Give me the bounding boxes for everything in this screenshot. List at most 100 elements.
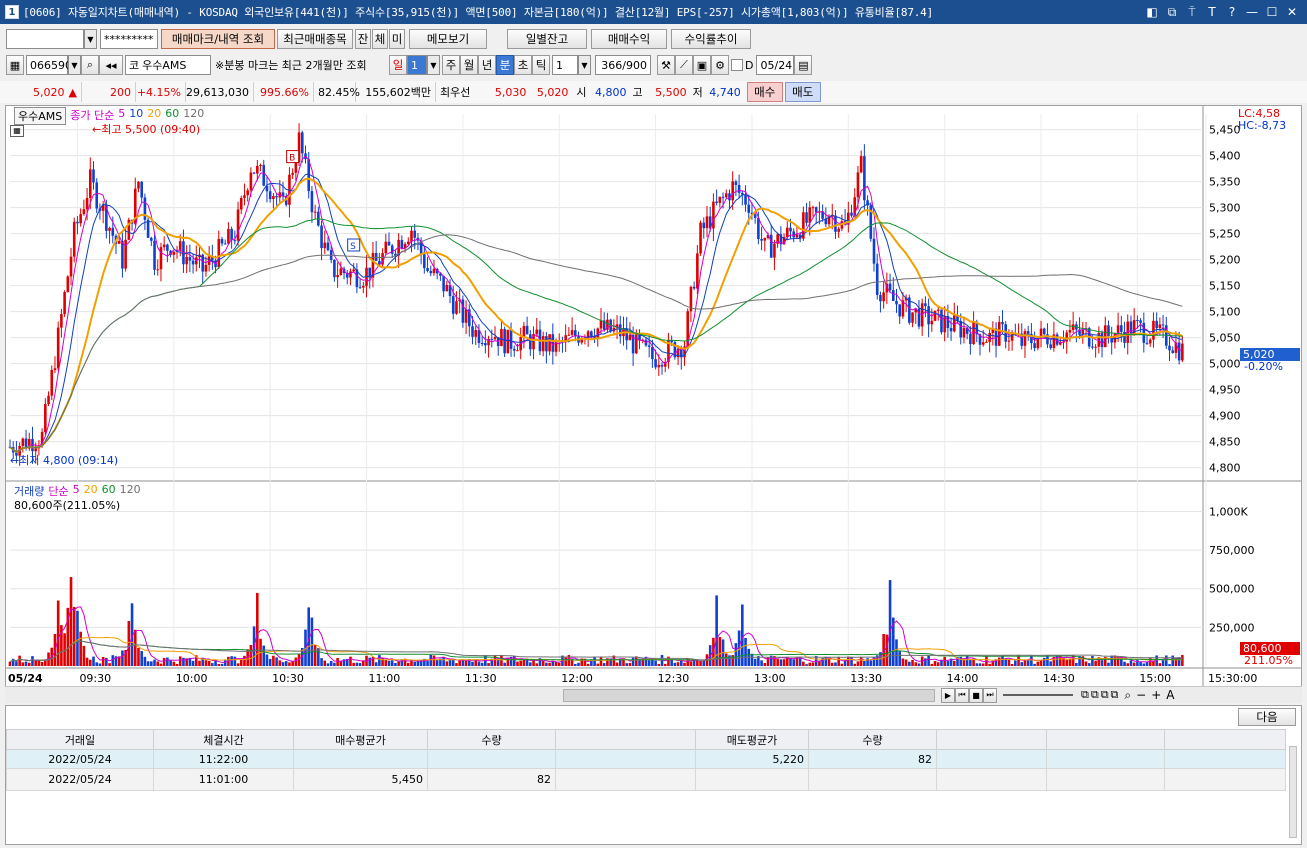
col-exec-time[interactable]: 체결시간	[153, 729, 294, 750]
last-icon[interactable]: ⏭	[983, 687, 997, 703]
interval-dropdown-icon[interactable]: ▼	[578, 55, 591, 75]
change-value: 200	[82, 82, 136, 102]
price-tick-label: 5,100	[1209, 306, 1241, 319]
day-count-dropdown-icon[interactable]: ▼	[427, 55, 440, 75]
buy-button[interactable]: 매수	[746, 82, 783, 102]
volume-bar	[1107, 662, 1110, 666]
scroll-thumb[interactable]	[563, 688, 935, 702]
cascade-icon[interactable]: ⧉	[1165, 5, 1179, 20]
volume-bar	[85, 657, 89, 666]
recent-trades-button[interactable]: 최근매매종목	[277, 29, 353, 49]
save-icon[interactable]: ▣	[693, 55, 711, 75]
tab-week[interactable]: 주	[442, 55, 460, 75]
volume-bar	[904, 659, 908, 666]
tab-year[interactable]: 년	[478, 55, 496, 75]
volume-bar	[21, 662, 25, 666]
arrange-icons[interactable]: ⧉⧉⧉⧉	[1081, 688, 1120, 702]
font-size-icon[interactable]: A	[1166, 688, 1174, 702]
table-row[interactable]: 2022/05/24 11:22:00 5,220 82	[6, 749, 1286, 769]
trade-mark-query-button[interactable]: 매매마크/내역 조회	[161, 29, 275, 49]
candle-body	[545, 336, 548, 352]
volume-bar	[133, 629, 137, 666]
candle-body	[692, 286, 696, 289]
candle-body	[747, 204, 751, 213]
line-tool-icon[interactable]: ⟋	[675, 55, 693, 75]
volume-bar	[172, 661, 176, 666]
minimize-icon[interactable]: —	[1245, 5, 1259, 20]
daily-balance-button[interactable]: 일별잔고	[507, 29, 587, 49]
volume-bar	[908, 661, 911, 666]
price-volume-chart[interactable]: 5,450 5,400 5,350 5,300 5,250 5,200 5,150 5,100…	[6, 106, 1301, 686]
account-input[interactable]	[6, 29, 84, 49]
next-button[interactable]: 다음	[1238, 708, 1296, 726]
stock-name: 우수AMS	[142, 59, 187, 72]
zoom-slider[interactable]	[1003, 694, 1073, 696]
maximize-icon[interactable]: ☐	[1265, 5, 1279, 20]
balance-button[interactable]: 잔	[355, 29, 371, 49]
col-sell-avg[interactable]: 매도평균가	[695, 729, 809, 750]
col-buy-avg[interactable]: 매수평균가	[293, 729, 428, 750]
time-tick-label: 14:30	[1043, 672, 1075, 685]
trade-profit-button[interactable]: 매매수익	[591, 29, 667, 49]
tab-day[interactable]: 일	[389, 55, 407, 75]
settings-gear-icon[interactable]: ⚙	[711, 55, 729, 75]
close-icon[interactable]: ✕	[1285, 5, 1299, 20]
search-icon[interactable]: ⌕	[81, 55, 99, 75]
calendar-icon[interactable]: ▤	[794, 55, 813, 75]
volume-bar	[577, 662, 580, 666]
chart-scrollbar[interactable]: ▶ ⏮ ■ ⏭ ⧉⧉⧉⧉ ⌕ − + A	[5, 686, 1302, 703]
font-icon[interactable]: T	[1205, 5, 1219, 20]
volume-bar	[352, 662, 355, 666]
candle-body	[548, 334, 551, 352]
date-input[interactable]: 05/24	[756, 55, 795, 75]
help-icon[interactable]: ?	[1225, 5, 1239, 20]
stop-icon[interactable]: ■	[969, 687, 983, 703]
zoom-search-icon[interactable]: ⌕	[1124, 688, 1131, 703]
d-checkbox[interactable]	[731, 59, 743, 71]
prev-icon[interactable]: ▶	[941, 687, 955, 703]
candle-body	[773, 243, 776, 258]
layout-icon[interactable]: ▦	[6, 55, 24, 75]
memo-button[interactable]: 메모보기	[409, 29, 487, 49]
account-dropdown-icon[interactable]: ▼	[84, 29, 97, 49]
return-trend-button[interactable]: 수익률추이	[671, 29, 751, 49]
volume-bar	[753, 658, 757, 666]
volume-bar	[336, 657, 339, 666]
zoom-in-icon[interactable]: +	[1151, 688, 1161, 702]
stock-code-input[interactable]: 066590	[26, 55, 72, 75]
pin-icon[interactable]: ⍑	[1185, 5, 1199, 20]
day-count-input[interactable]: 1	[407, 55, 427, 75]
tab-tick[interactable]: 틱	[532, 55, 550, 75]
chart-area[interactable]: 5,450 5,400 5,350 5,300 5,250 5,200 5,150 5,100…	[5, 105, 1302, 702]
tab-month[interactable]: 월	[460, 55, 478, 75]
window-list-icon[interactable]: ◧	[1145, 5, 1159, 20]
first-icon[interactable]: ⏮	[955, 687, 969, 703]
tools-icon[interactable]: ⚒	[657, 55, 675, 75]
tab-second[interactable]: 초	[514, 55, 532, 75]
candle-body	[426, 268, 429, 272]
stock-name-field[interactable]: 코 우수AMS	[125, 55, 211, 75]
candle-body	[1026, 331, 1030, 334]
volume-bar	[272, 655, 275, 666]
col-trade-date[interactable]: 거래일	[6, 729, 154, 750]
candle-body	[898, 304, 902, 317]
grid-scrollbar[interactable]	[1289, 746, 1297, 838]
unfilled-button[interactable]: 미	[389, 29, 405, 49]
table-row[interactable]: 2022/05/24 11:01:00 5,450 82	[6, 768, 1286, 791]
col-buy-qty[interactable]: 수량	[427, 729, 556, 750]
code-dropdown-icon[interactable]: ▼	[68, 55, 81, 75]
interval-input[interactable]: 1	[552, 55, 578, 75]
volume-bar	[400, 659, 404, 666]
tab-minute[interactable]: 분	[496, 55, 514, 75]
candle-body	[657, 364, 661, 368]
table-view-icon[interactable]: ▦	[10, 125, 24, 137]
candle-body	[153, 240, 156, 270]
legend-stock-name[interactable]: 우수AMS	[14, 107, 67, 125]
filled-button[interactable]: 체	[372, 29, 388, 49]
sound-icon[interactable]: ◂◂	[99, 55, 123, 75]
sell-button[interactable]: 매도	[784, 82, 821, 102]
zoom-out-icon[interactable]: −	[1136, 688, 1146, 702]
col-sell-qty[interactable]: 수량	[808, 729, 937, 750]
volume-bar	[516, 661, 519, 666]
password-input[interactable]: *********	[100, 29, 158, 49]
